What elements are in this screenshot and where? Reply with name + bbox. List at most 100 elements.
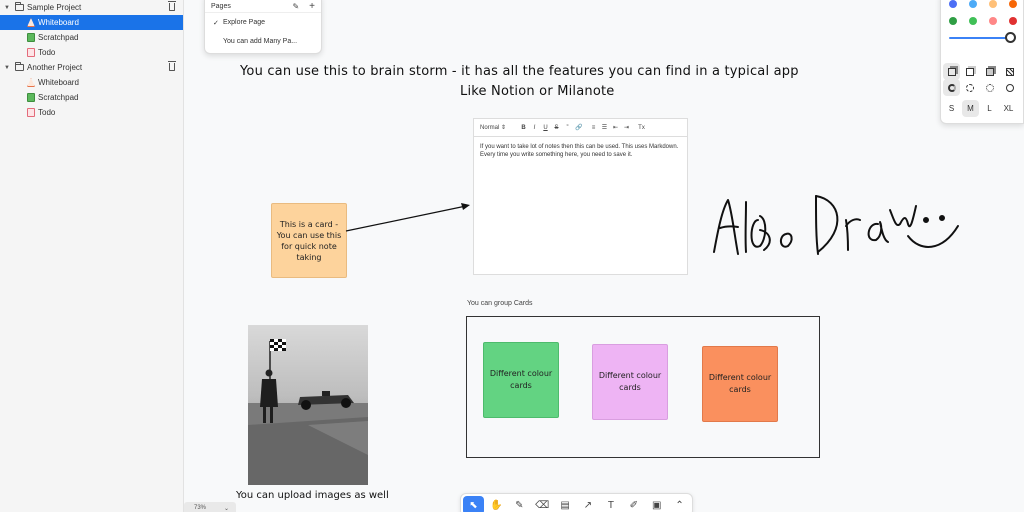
pages-panel-title: Pages: [211, 3, 231, 10]
pencil-icon[interactable]: ✎: [292, 2, 299, 11]
size-l-button[interactable]: L: [981, 100, 998, 117]
scratchpad-icon: [27, 33, 35, 42]
fill-solid-icon[interactable]: [981, 63, 998, 80]
sidebar-item-whiteboard[interactable]: Whiteboard: [0, 15, 183, 30]
dash-draw-icon[interactable]: [943, 79, 960, 96]
sidebar-item-label: Scratchpad: [38, 93, 79, 102]
sidebar-item-label: Todo: [38, 48, 56, 57]
check-icon: ✓: [213, 19, 219, 27]
headline-text[interactable]: You can use this to brain storm - it has…: [240, 64, 799, 79]
todo-icon: [27, 48, 35, 57]
hand-tool-button[interactable]: ✋: [486, 496, 507, 512]
scratchpad-icon: [27, 93, 35, 102]
whiteboard-icon: [27, 78, 35, 87]
indent-icon[interactable]: ⇥: [623, 124, 630, 131]
page-item-explore[interactable]: ✓ Explore Page: [205, 13, 321, 32]
plus-icon[interactable]: +: [309, 1, 315, 12]
bullet-list-icon[interactable]: ☰: [601, 124, 608, 131]
zoom-indicator[interactable]: 73% ⌄: [184, 502, 236, 512]
color-card-green[interactable]: Different colour cards: [483, 342, 559, 418]
opacity-slider-handle[interactable]: [1005, 32, 1016, 43]
link-icon[interactable]: 🔗: [575, 124, 582, 131]
editor-body[interactable]: If you want to take lot of notes then th…: [474, 137, 687, 165]
note-tool-button[interactable]: ▤: [555, 496, 576, 512]
sidebar-item-whiteboard[interactable]: Whiteboard: [0, 75, 183, 90]
select-tool-button[interactable]: ⬉: [463, 495, 484, 512]
uploaded-image[interactable]: [248, 325, 368, 485]
clear-format-icon[interactable]: Tx: [638, 125, 645, 131]
format-select-value: Normal: [480, 125, 500, 131]
color-swatch[interactable]: [989, 0, 997, 8]
sidebar-item-label: Todo: [38, 108, 56, 117]
color-card-text: Different colour cards: [489, 369, 553, 390]
folder-icon: [15, 2, 24, 11]
dash-dashed-icon[interactable]: [961, 79, 978, 96]
draw-tool-button[interactable]: ✎: [509, 496, 530, 512]
arrow-shape[interactable]: [340, 200, 480, 240]
chevron-down-icon[interactable]: ▼: [4, 5, 12, 11]
dash-dotted-icon[interactable]: [981, 79, 998, 96]
more-tools-button[interactable]: ⌃: [669, 496, 690, 512]
folder-icon: [15, 62, 24, 71]
note-card[interactable]: This is a card - You can use this for qu…: [271, 203, 347, 278]
sidebar-item-label: Scratchpad: [38, 33, 79, 42]
photo-caption[interactable]: You can upload images as well: [236, 490, 389, 501]
opacity-slider-track[interactable]: [949, 37, 1011, 39]
trash-icon[interactable]: [168, 61, 176, 71]
page-item-many-pages[interactable]: You can add Many Pa...: [205, 32, 321, 51]
sidebar: ▼ Sample Project Whiteboard Scratchpad T…: [0, 0, 184, 512]
sidebar-item-todo[interactable]: Todo: [0, 105, 183, 120]
eraser-tool-button[interactable]: ⌫: [532, 496, 553, 512]
quote-icon[interactable]: ”: [564, 125, 571, 131]
outdent-icon[interactable]: ⇤: [612, 124, 619, 131]
fill-semi-icon[interactable]: [961, 63, 978, 80]
text-tool-button[interactable]: T: [600, 496, 621, 512]
image-tool-button[interactable]: ▣: [646, 496, 667, 512]
dash-solid-icon[interactable]: [1001, 79, 1018, 96]
whiteboard-icon: [27, 18, 35, 27]
arrow-tool-button[interactable]: ↗: [578, 496, 599, 512]
fill-pattern-icon[interactable]: [1001, 63, 1018, 80]
ordered-list-icon[interactable]: ≡: [590, 125, 597, 131]
sidebar-item-todo[interactable]: Todo: [0, 45, 183, 60]
format-select[interactable]: Normal ⇕: [480, 124, 516, 131]
chevron-down-icon[interactable]: ▼: [4, 65, 12, 71]
color-swatch[interactable]: [969, 17, 977, 25]
color-card-pink[interactable]: Different colour cards: [592, 344, 668, 420]
sidebar-item-scratchpad[interactable]: Scratchpad: [0, 90, 183, 105]
group-label[interactable]: You can group Cards: [467, 300, 533, 307]
editor-toolbar: Normal ⇕ B I U S ” 🔗 ≡ ☰ ⇤ ⇥ Tx: [474, 119, 687, 137]
sidebar-item-label: Whiteboard: [38, 78, 79, 87]
size-s-button[interactable]: S: [943, 100, 960, 117]
strike-button[interactable]: S: [553, 125, 560, 131]
project-row[interactable]: ▼ Another Project: [0, 60, 183, 75]
freehand-drawing[interactable]: [700, 180, 970, 280]
color-swatch[interactable]: [1009, 0, 1017, 8]
markdown-editor[interactable]: Normal ⇕ B I U S ” 🔗 ≡ ☰ ⇤ ⇥ Tx If you w…: [473, 118, 688, 275]
color-swatch[interactable]: [949, 0, 957, 8]
edit-tool-button[interactable]: ✐: [623, 496, 644, 512]
pages-panel: Pages ✎ + ✓ Explore Page You can add Man…: [204, 0, 322, 54]
zoom-value: 73%: [194, 505, 207, 511]
color-swatch[interactable]: [969, 0, 977, 8]
headline-text[interactable]: Like Notion or Milanote: [460, 84, 615, 99]
italic-button[interactable]: I: [531, 125, 538, 131]
fill-none-icon[interactable]: [943, 63, 960, 80]
bold-button[interactable]: B: [520, 125, 527, 131]
color-swatch[interactable]: [1009, 17, 1017, 25]
project-row[interactable]: ▼ Sample Project: [0, 0, 183, 15]
style-panel: S M L XL: [940, 0, 1024, 124]
color-swatch[interactable]: [949, 17, 957, 25]
color-card-text: Different colour cards: [598, 371, 662, 392]
color-swatch[interactable]: [989, 17, 997, 25]
sidebar-item-scratchpad[interactable]: Scratchpad: [0, 30, 183, 45]
underline-button[interactable]: U: [542, 125, 549, 131]
chevron-down-icon[interactable]: ⌄: [224, 505, 229, 512]
size-m-button[interactable]: M: [962, 100, 979, 117]
note-card-text: This is a card - You can use this for qu…: [276, 219, 342, 262]
size-xl-button[interactable]: XL: [1000, 100, 1017, 117]
bottom-toolbar: ⬉ ✋ ✎ ⌫ ▤ ↗ T ✐ ▣ ⌃: [460, 493, 693, 512]
trash-icon[interactable]: [168, 1, 176, 11]
sidebar-item-label: Whiteboard: [38, 18, 79, 27]
color-card-orange[interactable]: Different colour cards: [702, 346, 778, 422]
